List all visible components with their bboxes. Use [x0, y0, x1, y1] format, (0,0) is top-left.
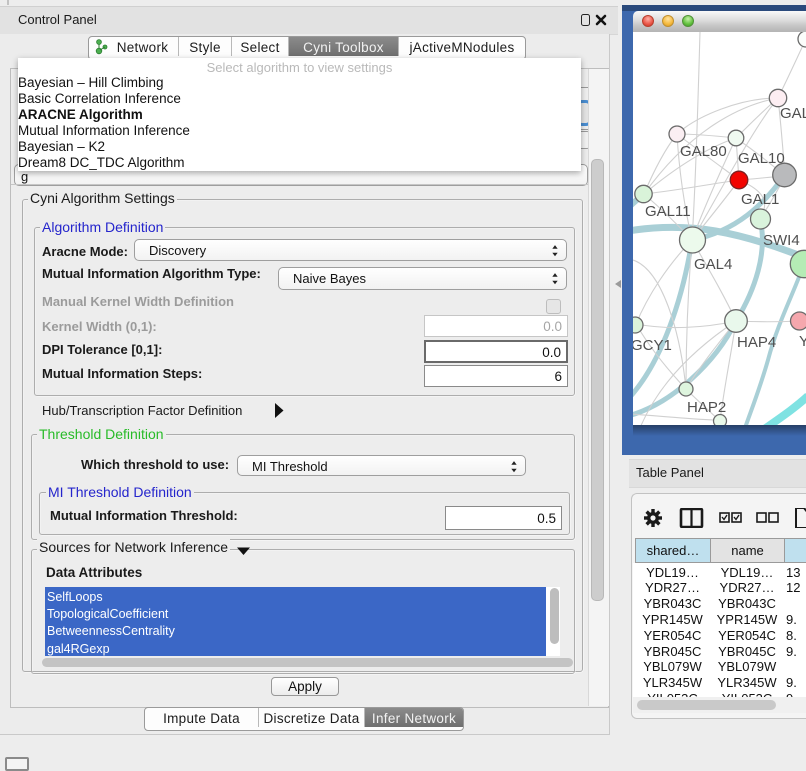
- svg-text:Y: Y: [799, 333, 806, 350]
- svg-text:HAP4: HAP4: [737, 334, 776, 351]
- svg-text:GAL80: GAL80: [680, 143, 727, 160]
- svg-text:GAL1: GAL1: [741, 191, 779, 208]
- svg-text:GAL4: GAL4: [694, 256, 732, 273]
- svg-text:GAL11: GAL11: [645, 203, 691, 220]
- svg-text:GAL: GAL: [780, 105, 806, 122]
- svg-text:HAP2: HAP2: [687, 399, 726, 416]
- svg-text:SWI4: SWI4: [763, 232, 800, 249]
- svg-text:GCY1: GCY1: [633, 337, 672, 354]
- svg-text:GAL10: GAL10: [738, 150, 785, 167]
